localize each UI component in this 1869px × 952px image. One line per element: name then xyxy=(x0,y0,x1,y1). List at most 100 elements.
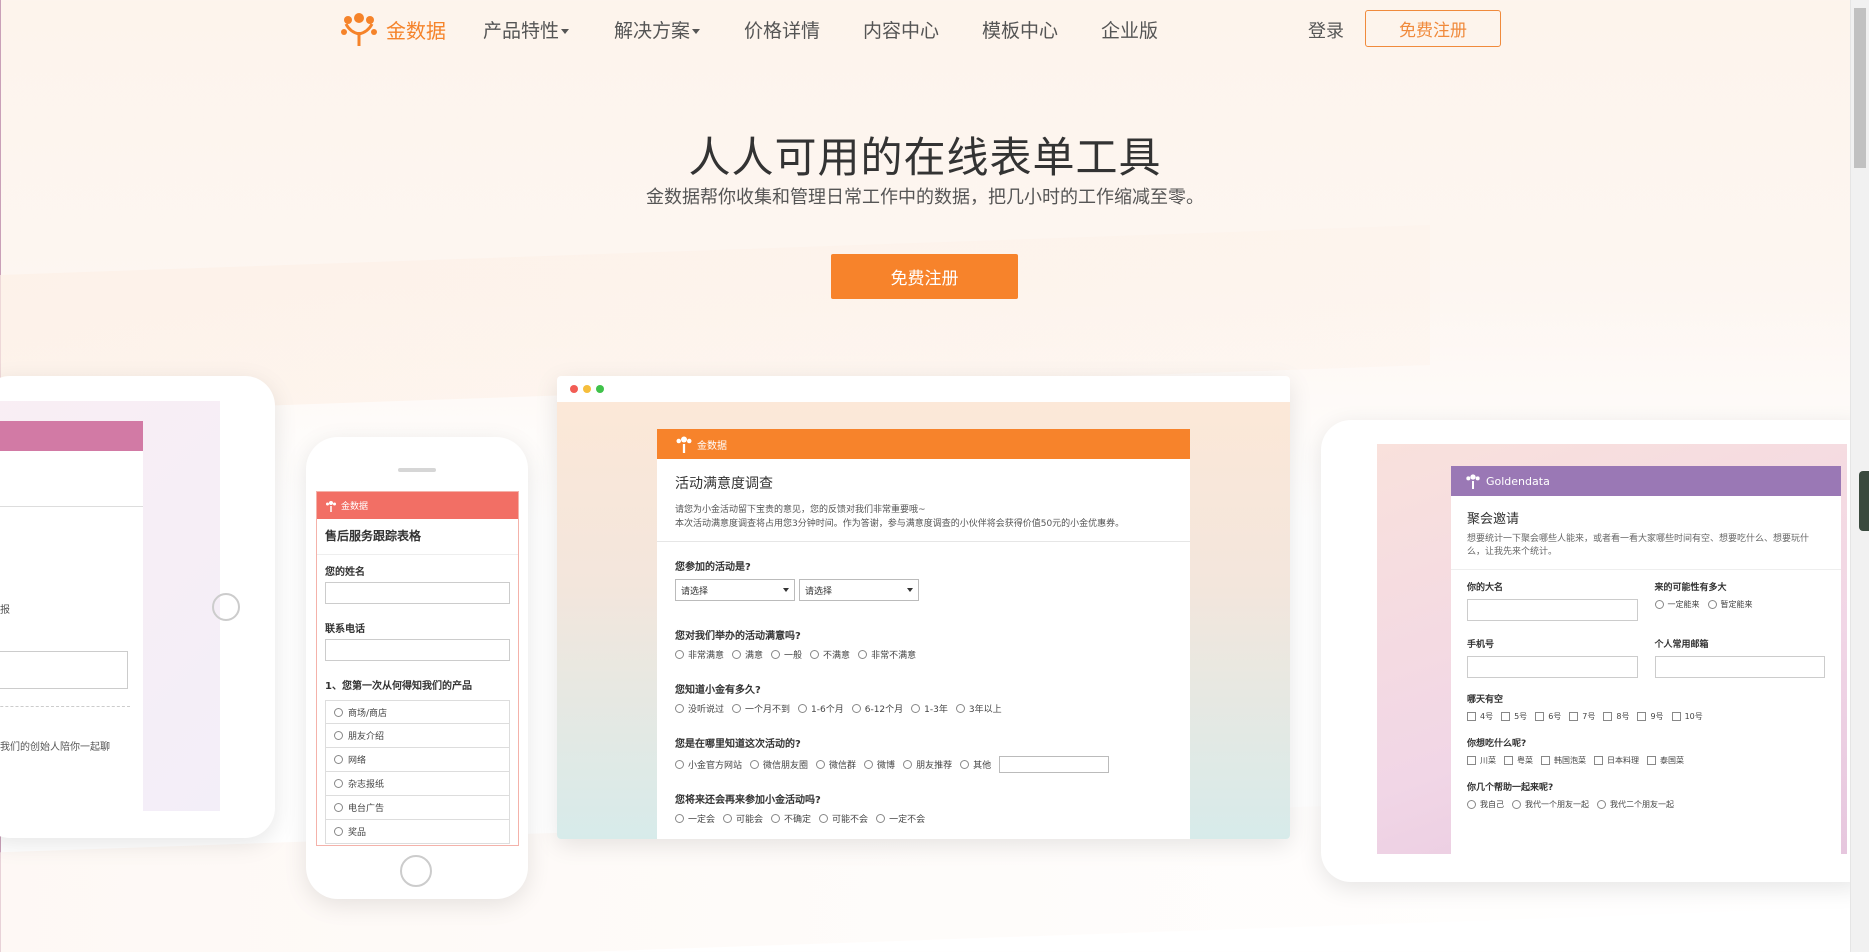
radio-option: 一个月不到 xyxy=(732,702,790,715)
checkbox-option: 7号 xyxy=(1569,711,1595,722)
radio-option: 暂定能来 xyxy=(1707,599,1753,610)
field-column: 手机号 xyxy=(1467,621,1638,678)
option-label: 6号 xyxy=(1548,712,1562,721)
question-label: 您知道小金有多久? xyxy=(675,685,761,696)
list-item: 电台广告 xyxy=(325,796,510,820)
maximize-dot-icon xyxy=(596,385,604,393)
radio-option: 不满意 xyxy=(810,648,850,661)
radio-option: 可能会 xyxy=(723,812,763,825)
nav-pricing[interactable]: 价格详情 xyxy=(744,16,820,43)
option-label: 不满意 xyxy=(823,651,851,661)
option-label: 商场/商店 xyxy=(348,708,388,719)
option-label: 川菜 xyxy=(1480,756,1496,765)
nav-content-center[interactable]: 内容中心 xyxy=(863,16,939,43)
option-label: 1-6个月 xyxy=(811,705,844,715)
form-input xyxy=(0,651,128,689)
side-feedback-tab[interactable] xyxy=(1859,471,1869,531)
radio-option: 没听说过 xyxy=(675,702,724,715)
checkbox-option: 川菜 xyxy=(1467,755,1496,766)
option-label: 小金官方网站 xyxy=(688,761,743,771)
logo-tree-icon xyxy=(326,500,336,512)
minimize-dot-icon xyxy=(583,385,591,393)
radio-row: 一定能来 暂定能来 xyxy=(1654,599,1826,610)
field-column: 个人常用邮箱 xyxy=(1654,621,1825,678)
list-item: 朋友介绍 xyxy=(325,724,510,748)
radio-icon xyxy=(675,814,684,823)
form-text: 动简报 xyxy=(0,605,10,616)
form-title: 聚会邀请 xyxy=(1467,512,1520,527)
option-label: 10号 xyxy=(1684,712,1703,721)
nav-solutions[interactable]: 解决方案 xyxy=(614,16,701,43)
radio-icon xyxy=(1597,800,1606,809)
radio-option: 一定能来 xyxy=(1654,599,1700,610)
radio-icon xyxy=(675,650,684,659)
browser-toolbar xyxy=(557,376,1290,402)
nav-enterprise[interactable]: 企业版 xyxy=(1101,16,1158,43)
nav-product-features[interactable]: 产品特性 xyxy=(483,16,570,43)
radio-option: 朋友推荐 xyxy=(903,758,952,771)
other-input xyxy=(999,756,1110,773)
radio-icon xyxy=(819,814,829,823)
nav-item-label: 产品特性 xyxy=(483,20,560,42)
radio-row: 一定会 可能会 不确定 可能不会 一定不会 xyxy=(675,812,1172,825)
field-grid: 手机号 个人常用邮箱 xyxy=(1467,621,1825,678)
radio-icon xyxy=(955,704,965,713)
browser-mockup: 金数据 活动满意度调查 请您为小金活动留下宝贵的意见，您的反馈对我们非常重要哦~… xyxy=(557,376,1290,839)
checkbox-icon xyxy=(1501,712,1511,721)
radio-icon xyxy=(750,760,760,769)
checkbox-option: 泰国菜 xyxy=(1647,755,1684,766)
nav-template-center[interactable]: 模板中心 xyxy=(982,16,1058,43)
caret-down-icon xyxy=(692,29,701,34)
option-label: 9号 xyxy=(1650,712,1664,721)
radio-icon xyxy=(851,704,861,713)
checkbox-row: 川菜 粤菜 韩国泡菜 日本料理 泰国菜 xyxy=(1467,755,1825,766)
radio-icon xyxy=(864,760,874,769)
radio-icon xyxy=(798,704,808,713)
phone-field xyxy=(1467,656,1638,678)
option-label: 不确定 xyxy=(784,815,812,825)
option-label: 6-12个月 xyxy=(864,705,904,715)
checkbox-icon xyxy=(1671,712,1681,721)
register-button-nav[interactable]: 免费注册 xyxy=(1365,10,1501,47)
option-label: 3年以上 xyxy=(968,705,1002,715)
radio-option: 6-12个月 xyxy=(851,702,904,715)
checkbox-icon xyxy=(1504,756,1513,765)
question-label: 您参加的活动是? xyxy=(675,562,751,573)
tablet-right-screen: Goldendata 聚会邀请 想要统计一下聚会哪些人能来，或者看一看大家哪些时… xyxy=(1377,444,1847,854)
radio-icon xyxy=(732,704,742,713)
radio-option: 一定会 xyxy=(675,812,715,825)
radio-option: 一定不会 xyxy=(876,812,925,825)
radio-icon xyxy=(1654,600,1664,609)
logo[interactable]: 金数据 xyxy=(340,10,446,48)
radio-option: 非常不满意 xyxy=(858,648,916,661)
scrollbar-thumb[interactable] xyxy=(1854,8,1866,168)
register-button-hero[interactable]: 免费注册 xyxy=(831,254,1018,299)
checkbox-icon xyxy=(1647,756,1656,765)
option-label: 8号 xyxy=(1616,712,1630,721)
login-link[interactable]: 登录 xyxy=(1308,17,1344,43)
checkbox-icon xyxy=(1467,756,1476,765)
checkbox-icon xyxy=(1467,712,1476,721)
name-field xyxy=(1467,599,1638,621)
radio-icon xyxy=(810,650,820,659)
checkbox-icon xyxy=(1603,712,1613,721)
radio-icon xyxy=(334,779,343,788)
radio-icon xyxy=(334,755,343,764)
speaker-icon xyxy=(398,468,436,472)
party-form: Goldendata 聚会邀请 想要统计一下聚会哪些人能来，或者看一看大家哪些时… xyxy=(1451,466,1841,854)
radio-icon xyxy=(334,827,343,836)
checkbox-icon xyxy=(1594,756,1603,765)
question-label: 您是在哪里知道这次活动的? xyxy=(675,739,801,750)
checkbox-option: 10号 xyxy=(1671,711,1703,722)
radio-row: 非常满意 满意 一般 不满意 非常不满意 xyxy=(675,648,1172,661)
phone-field xyxy=(325,639,510,661)
field-column: 来的可能性有多大 一定能来 暂定能来 xyxy=(1654,570,1826,621)
checkbox-option: 9号 xyxy=(1637,711,1664,722)
divider xyxy=(657,541,1190,542)
checkbox-option: 6号 xyxy=(1535,711,1561,722)
radio-option: 不确定 xyxy=(771,812,811,825)
option-label: 一定能来 xyxy=(1667,600,1700,609)
option-label: 4号 xyxy=(1480,712,1494,721)
field-grid: 你的大名 来的可能性有多大 一定能来 暂定能来 xyxy=(1467,570,1825,621)
option-label: 一般 xyxy=(784,651,803,661)
